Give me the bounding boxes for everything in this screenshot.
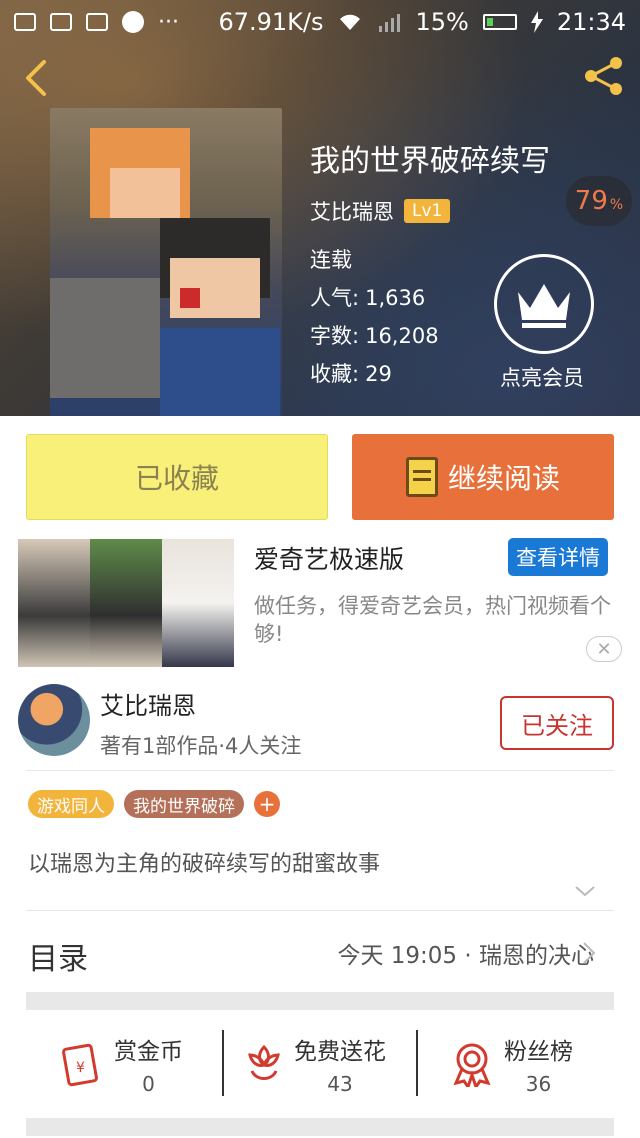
chevron-right-icon[interactable] xyxy=(580,940,598,966)
flower-icon xyxy=(248,1044,280,1080)
toc-latest-chapter[interactable]: 今天 19:05 · 瑞恩的决心 xyxy=(337,936,594,970)
continue-reading-label: 继续阅读 xyxy=(447,462,560,495)
stat-value: 36 xyxy=(525,1072,552,1096)
more-notifications: ··· xyxy=(158,9,179,35)
favorites-value: 29 xyxy=(365,362,392,386)
red-envelope-icon: ¥ xyxy=(62,1043,98,1087)
section-separator xyxy=(26,992,614,1010)
divider xyxy=(26,910,614,911)
stat-separator xyxy=(222,1030,224,1096)
free-flowers-stat[interactable]: 免费送花 43 xyxy=(244,1028,386,1100)
rating-value: 79 xyxy=(574,186,608,216)
favorites-label: 收藏: xyxy=(310,362,360,386)
stat-label: 赏金币 xyxy=(114,1039,183,1065)
signal-icon xyxy=(379,14,401,32)
network-speed: 67.91K/s xyxy=(218,8,324,36)
status-bar: ··· 67.91K/s 15% 21:34 xyxy=(0,0,640,44)
author-level-badge: Lv1 xyxy=(404,199,451,223)
follow-button[interactable]: 已关注 xyxy=(500,696,614,750)
author-subtitle: 著有1部作品·4人关注 xyxy=(100,734,302,758)
battery-icon xyxy=(482,14,517,30)
ad-details-button[interactable]: 查看详情 xyxy=(508,538,608,576)
rating-unit: % xyxy=(609,197,624,213)
popularity-label: 人气: xyxy=(310,286,360,310)
reward-coins-stat[interactable]: ¥ 赏金币 0 xyxy=(58,1028,183,1100)
ad-description[interactable]: 做任务，得爱奇艺会员，热门视频看个够! xyxy=(254,592,624,648)
collected-button[interactable]: 已收藏 xyxy=(26,434,328,520)
continue-reading-button[interactable]: 继续阅读 xyxy=(352,434,614,520)
book-cover[interactable] xyxy=(50,108,282,416)
vip-label[interactable]: 点亮会员 xyxy=(500,362,584,392)
medal-icon xyxy=(453,1043,491,1087)
popularity-value: 1,636 xyxy=(365,286,426,310)
tag-minecraft-broken[interactable]: 我的世界破碎 xyxy=(124,790,244,818)
words-value: 16,208 xyxy=(365,324,439,348)
stat-value: 43 xyxy=(327,1072,353,1096)
divider xyxy=(26,770,614,771)
crown-icon xyxy=(518,284,570,328)
popularity-stat: 人气: 1,636 xyxy=(310,282,425,312)
chevron-down-icon[interactable] xyxy=(574,880,596,902)
ad-close-icon[interactable]: ✕ xyxy=(586,636,622,662)
gallery-icon xyxy=(14,13,36,31)
stat-separator xyxy=(416,1030,418,1096)
calendar-icon xyxy=(86,13,108,31)
stat-value: 0 xyxy=(142,1072,155,1096)
book-title: 我的世界破碎续写 xyxy=(310,144,550,179)
stat-label: 粉丝榜 xyxy=(504,1039,573,1065)
words-label: 字数: xyxy=(310,324,360,348)
book-status: 连载 xyxy=(310,248,352,272)
tag-game-fanfic[interactable]: 游戏同人 xyxy=(28,790,114,818)
word-count-stat: 字数: 16,208 xyxy=(310,320,439,350)
author-row: 艾比瑞恩 Lv1 xyxy=(310,196,451,226)
ad-title[interactable]: 爱奇艺极速版 xyxy=(254,540,404,576)
favorites-stat: 收藏: 29 xyxy=(310,358,392,388)
stat-label: 免费送花 xyxy=(294,1039,386,1065)
fan-ranking-stat[interactable]: 粉丝榜 36 xyxy=(450,1028,573,1100)
tag-list: 游戏同人 我的世界破碎 + xyxy=(28,790,280,818)
author-avatar[interactable] xyxy=(18,684,90,756)
author-name[interactable]: 艾比瑞恩 xyxy=(100,686,196,721)
rating-badge: 79% xyxy=(566,176,632,226)
add-tag-button[interactable]: + xyxy=(254,791,280,817)
book-header: ··· 67.91K/s 15% 21:34 我的世界破碎续写 艾比瑞恩 Lv1… xyxy=(0,0,640,416)
book-icon xyxy=(405,457,438,497)
vip-button[interactable] xyxy=(494,254,594,354)
gamepad-icon xyxy=(122,11,144,33)
apps-icon xyxy=(50,13,72,31)
section-separator xyxy=(26,1118,614,1136)
charging-icon xyxy=(530,11,543,33)
ad-image[interactable] xyxy=(18,539,234,667)
wifi-icon xyxy=(340,14,361,30)
book-author[interactable]: 艾比瑞恩 xyxy=(310,196,394,226)
book-intro: 以瑞恩为主角的破碎续写的甜蜜故事 xyxy=(28,852,381,877)
battery-percent: 15% xyxy=(415,8,469,36)
share-icon[interactable] xyxy=(582,54,626,98)
back-icon[interactable] xyxy=(18,58,58,98)
svg-text:¥: ¥ xyxy=(76,1060,85,1076)
toc-title[interactable]: 目录 xyxy=(28,934,88,978)
clock: 21:34 xyxy=(556,8,626,36)
